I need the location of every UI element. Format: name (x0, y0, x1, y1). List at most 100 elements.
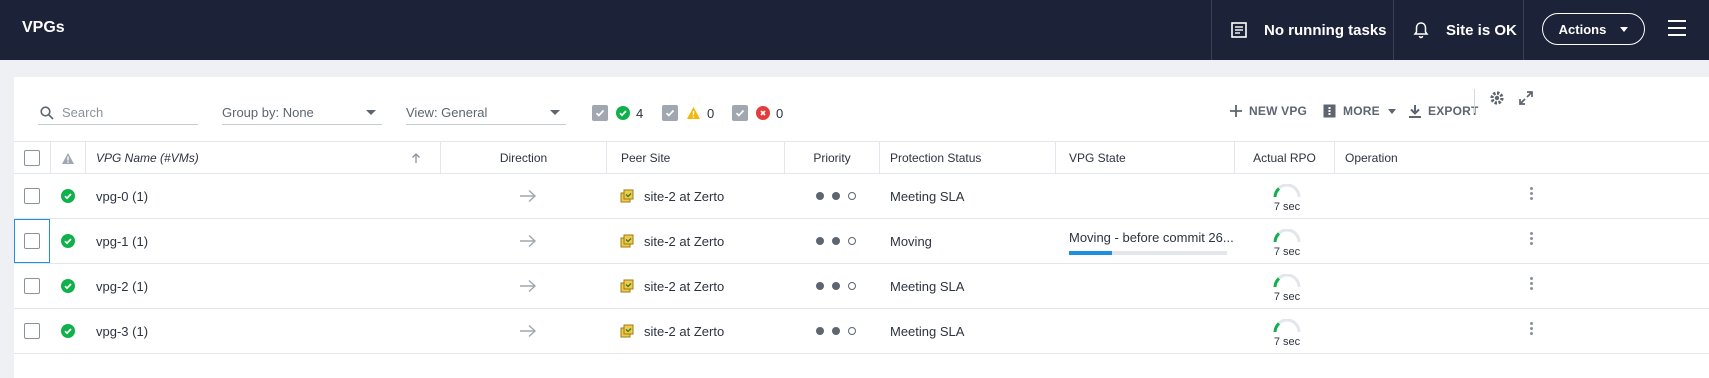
col-operation[interactable]: Operation (1335, 142, 1709, 174)
priority-indicator (816, 219, 864, 263)
col-protection-status[interactable]: Protection Status (880, 142, 1056, 174)
row-checkbox[interactable] (24, 188, 40, 204)
row-menu-icon[interactable] (1530, 187, 1534, 202)
vm-count: (1) (132, 278, 149, 294)
rpo-gauge-icon (1273, 318, 1301, 333)
status-ok-icon (61, 324, 75, 338)
filter-ok[interactable]: 4 (592, 101, 643, 125)
tasks-indicator[interactable]: No running tasks (1211, 0, 1393, 60)
hamburger-menu-icon[interactable] (1668, 20, 1686, 36)
actions-button[interactable]: Actions (1542, 13, 1645, 45)
more-button[interactable]: MORE (1323, 99, 1396, 123)
col-actual-rpo[interactable]: Actual RPO (1235, 142, 1335, 174)
table-row[interactable]: vpg-3 (1) site-2 at Zerto Meeting SLA 7 … (14, 309, 1709, 354)
status-ok-icon (61, 189, 75, 203)
row-menu-icon[interactable] (1530, 322, 1534, 337)
table-header: VPG Name (#VMs) Direction Peer Site Prio… (14, 141, 1709, 174)
col-vpg-state[interactable]: VPG State (1056, 142, 1235, 174)
search-icon (40, 105, 54, 120)
vpg-name-link[interactable]: vpg-2 (96, 279, 129, 294)
protection-status-text: Meeting SLA (890, 323, 965, 339)
new-vpg-label: NEW VPG (1249, 104, 1308, 118)
row-menu-icon[interactable] (1530, 232, 1534, 247)
select-all-checkbox[interactable] (24, 150, 40, 166)
progress-fill (1069, 251, 1112, 255)
peer-site-text: site-2 at Zerto (644, 233, 725, 249)
col-vpg-name[interactable]: VPG Name (#VMs) (86, 142, 441, 174)
vm-count: (1) (132, 323, 149, 339)
sort-ascending-icon[interactable] (411, 152, 421, 164)
peer-site-text: site-2 at Zerto (644, 323, 725, 339)
col-direction[interactable]: Direction (441, 142, 607, 174)
site-icon (620, 189, 634, 203)
rpo-gauge: 7 sec (1272, 318, 1302, 348)
row-menu-icon[interactable] (1530, 277, 1534, 292)
rpo-value: 7 sec (1273, 336, 1301, 348)
col-direction-label: Direction (499, 151, 548, 165)
vpg-name-link[interactable]: vpg-1 (96, 234, 129, 249)
rpo-gauge-icon (1273, 183, 1301, 198)
actions-label: Actions (1558, 21, 1607, 37)
gear-icon[interactable] (1489, 90, 1505, 106)
filter-error-count: 0 (776, 105, 784, 121)
status-ok-icon (61, 234, 75, 248)
arrow-right-icon (520, 324, 537, 338)
chevron-down-icon (366, 110, 376, 115)
task-list-icon (1231, 22, 1247, 38)
search-placeholder: Search (62, 105, 104, 120)
select-all-cell (14, 142, 51, 174)
more-label: MORE (1343, 104, 1380, 118)
vpg-state-progress (1069, 251, 1227, 255)
checkbox-checked-icon (732, 105, 748, 121)
view-select[interactable]: View: General (406, 101, 566, 125)
col-priority[interactable]: Priority (785, 142, 880, 174)
col-operation-label: Operation (1345, 151, 1398, 165)
download-icon (1409, 104, 1421, 118)
expand-icon[interactable] (1518, 90, 1534, 106)
alert-column-header[interactable] (51, 142, 86, 174)
warning-triangle-icon (62, 152, 74, 164)
priority-indicator (816, 309, 864, 353)
site-icon (620, 279, 634, 293)
protection-status-text: Moving (890, 233, 932, 249)
top-bar: VPGs No running tasks Site is OK Actions (0, 0, 1709, 60)
vpg-name-link[interactable]: vpg-3 (96, 324, 129, 339)
rpo-gauge-icon (1273, 228, 1301, 243)
error-circle-icon (756, 106, 770, 120)
site-status-indicator[interactable]: Site is OK (1393, 0, 1523, 60)
protection-status-text: Meeting SLA (890, 278, 965, 294)
row-checkbox[interactable] (24, 233, 40, 249)
status-ok-icon (61, 279, 75, 293)
new-vpg-button[interactable]: NEW VPG (1229, 99, 1307, 123)
col-peer-site[interactable]: Peer Site (607, 142, 785, 174)
export-button[interactable]: EXPORT (1408, 99, 1479, 123)
plus-icon (1230, 105, 1242, 117)
table-row[interactable]: vpg-1 (1) site-2 at Zerto Moving Moving … (14, 219, 1709, 264)
chevron-down-icon (1620, 26, 1629, 32)
row-checkbox[interactable] (24, 323, 40, 339)
page-title: VPGs (22, 19, 65, 36)
table-row[interactable]: vpg-0 (1) site-2 at Zerto Meeting SLA 7 … (14, 174, 1709, 219)
arrow-right-icon (520, 279, 537, 293)
table-toolbar: Search Group by: None View: General 4 0 … (14, 77, 1709, 141)
search-input[interactable]: Search (38, 101, 198, 125)
vm-count: (1) (132, 233, 149, 249)
vm-count: (1) (132, 188, 149, 204)
col-vpg-name-label: VPG Name (#VMs) (96, 151, 199, 165)
arrow-right-icon (520, 234, 537, 248)
priority-indicator (816, 264, 864, 308)
table-row[interactable]: vpg-2 (1) site-2 at Zerto Meeting SLA 7 … (14, 264, 1709, 309)
export-label: EXPORT (1428, 104, 1479, 118)
filter-warning-count: 0 (707, 105, 715, 121)
group-by-select[interactable]: Group by: None (222, 101, 382, 125)
row-checkbox[interactable] (24, 278, 40, 294)
filter-error[interactable]: 0 (732, 101, 783, 125)
filter-warning[interactable]: 0 (662, 101, 714, 125)
vpg-name-link[interactable]: vpg-0 (96, 189, 129, 204)
arrow-right-icon (520, 189, 537, 203)
col-priority-label: Priority (813, 151, 851, 165)
toolbar-divider (1474, 89, 1475, 113)
more-list-icon (1323, 104, 1336, 118)
rpo-gauge: 7 sec (1272, 183, 1302, 213)
col-vpg-state-label: VPG State (1069, 151, 1126, 165)
